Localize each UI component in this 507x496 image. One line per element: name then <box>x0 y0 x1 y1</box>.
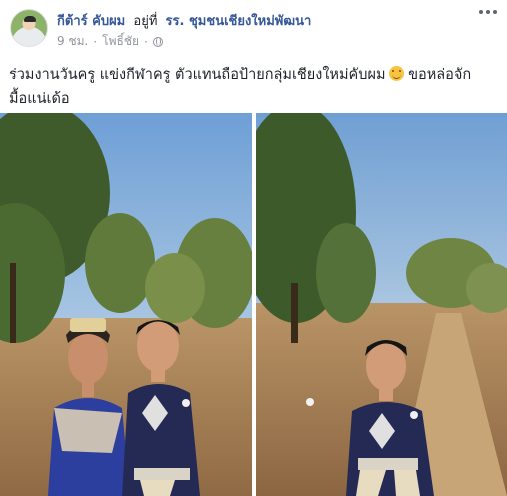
at-text: อยู่ที่ <box>133 14 158 29</box>
author-name-link[interactable]: กีต้าร์ คับผม <box>57 14 125 29</box>
caption-line-3: มื้อแน่เด้อ <box>9 91 70 107</box>
more-options-button[interactable] <box>479 10 497 14</box>
post-caption: ร่วมงานวันครู แข่งกีฬาครู ตัวแทนถือป้ายก… <box>9 63 499 111</box>
meta-separator: · <box>93 34 98 49</box>
post-time-link[interactable]: 9 ชม. <box>57 32 88 51</box>
post-photo-1[interactable] <box>0 113 252 496</box>
caption-line-1: ร่วมงานวันครู แข่งกีฬาครู ตัวแทนถือป้ายก… <box>9 67 386 83</box>
post-meta: 9 ชม. · โพธิ์ชัย · <box>57 32 163 51</box>
post-header: กีต้าร์ คับผม อยู่ที่ รร. ชุมชนเชียงใหม่… <box>57 10 311 31</box>
more-dot-icon <box>486 10 490 14</box>
post-photo-2[interactable] <box>256 113 507 496</box>
more-dot-icon <box>479 10 483 14</box>
location-link[interactable]: โพธิ์ชัย <box>102 32 139 51</box>
more-dot-icon <box>493 10 497 14</box>
author-avatar[interactable] <box>10 9 48 47</box>
photo-1-illustration <box>0 113 252 496</box>
place-link[interactable]: รร. ชุมชนเชียงใหม่พัฒนา <box>166 14 312 29</box>
facebook-post: กีต้าร์ คับผม อยู่ที่ รร. ชุมชนเชียงใหม่… <box>0 0 507 496</box>
globe-icon[interactable] <box>152 36 163 47</box>
smiling-face-emoji <box>388 66 404 81</box>
meta-separator-2: · <box>144 34 148 49</box>
caption-line-2: ขอหล่อจัก <box>408 67 472 83</box>
photo-2-illustration <box>256 113 507 496</box>
